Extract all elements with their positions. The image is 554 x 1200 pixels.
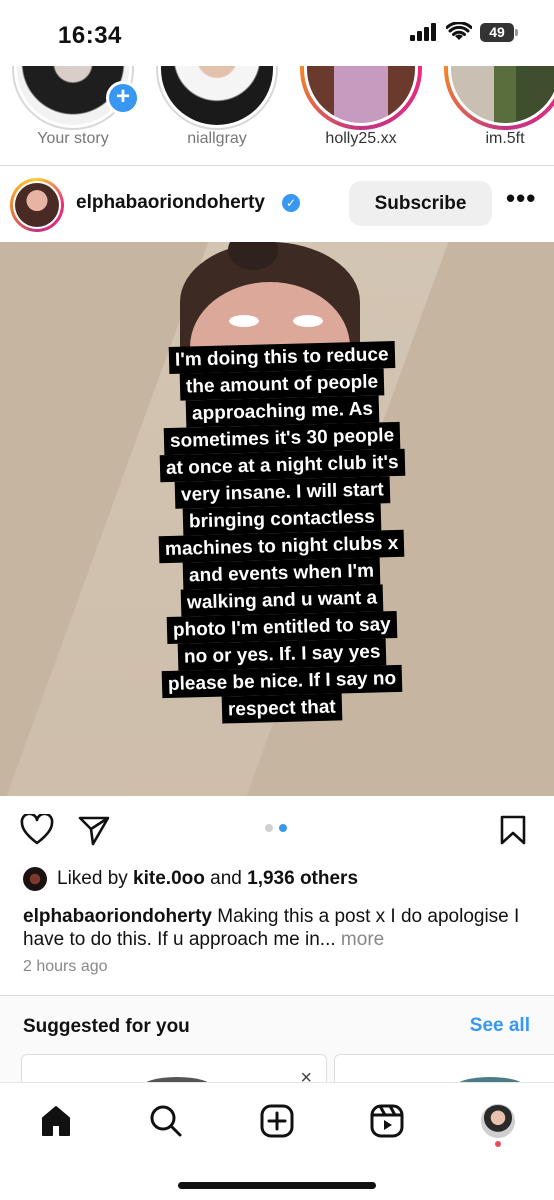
caption-more-link[interactable]: more	[336, 929, 384, 950]
post-actions	[0, 796, 554, 864]
post-caption: elphabaoriondoherty Making this a post x…	[23, 905, 533, 951]
home-icon	[42, 1106, 70, 1136]
share-icon[interactable]	[78, 814, 110, 846]
profile-icon	[481, 1104, 515, 1138]
likes-summary[interactable]: Liked by kite.0oo and 1,936 others	[23, 866, 543, 896]
add-story-icon[interactable]: +	[106, 81, 140, 115]
story-label: im.5ft	[485, 130, 525, 147]
bottom-tab-bar	[0, 1082, 554, 1200]
heart-icon[interactable]	[20, 814, 54, 846]
carousel-dot	[265, 824, 273, 832]
post-author-username[interactable]: elphabaoriondoherty	[76, 192, 265, 214]
story-avatar	[156, 66, 278, 130]
notification-dot	[495, 1141, 501, 1147]
more-options-icon[interactable]: •••	[506, 185, 536, 211]
liker-avatar	[23, 867, 47, 891]
story-text-overlay: I'm doing this to reduce the amount of p…	[142, 341, 422, 724]
tab-reels[interactable]	[367, 1101, 407, 1141]
overlay-line: respect that	[221, 693, 343, 724]
overlay-line: please be nice. If I say no	[161, 664, 403, 699]
tab-create[interactable]	[257, 1101, 297, 1141]
likes-text: Liked by kite.0oo and 1,936 others	[57, 868, 359, 889]
story-label: holly25.xx	[325, 130, 397, 147]
status-time: 16:34	[58, 22, 122, 49]
verified-badge-icon: ✓	[282, 194, 300, 212]
status-bar: 16:34 49	[0, 0, 554, 66]
search-icon	[150, 1105, 182, 1137]
stories-tray: + Your story niallgray holly25.xx im.5ft	[0, 66, 554, 166]
wifi-icon	[446, 22, 472, 40]
see-all-link[interactable]: See all	[470, 1015, 530, 1037]
reels-icon	[370, 1104, 404, 1138]
bookmark-icon[interactable]	[499, 814, 527, 846]
create-icon	[260, 1104, 294, 1138]
home-indicator	[178, 1182, 376, 1189]
tab-home[interactable]	[36, 1101, 76, 1141]
tab-profile[interactable]	[478, 1101, 518, 1141]
post-image[interactable]: I'm doing this to reduce the amount of p…	[0, 242, 554, 796]
suggested-for-you: Suggested for you See all ×	[0, 996, 554, 1086]
subscribe-button[interactable]: Subscribe	[349, 181, 492, 226]
story-label: Your story	[37, 130, 109, 147]
post-timestamp: 2 hours ago	[23, 958, 108, 975]
cellular-signal-icon	[410, 23, 436, 41]
story-avatar	[444, 66, 554, 130]
post-author-avatar[interactable]	[10, 178, 64, 232]
suggested-title: Suggested for you	[23, 1016, 190, 1037]
story-avatar	[300, 66, 422, 130]
tab-search[interactable]	[146, 1101, 186, 1141]
caption-username[interactable]: elphabaoriondoherty	[23, 906, 212, 927]
status-icons: 49	[410, 22, 518, 42]
carousel-indicator	[265, 824, 287, 832]
post-header: elphabaoriondoherty ✓ Subscribe •••	[0, 166, 554, 242]
battery-icon: 49	[480, 22, 518, 42]
carousel-dot-active	[279, 824, 287, 832]
story-label: niallgray	[187, 130, 247, 147]
battery-level: 49	[480, 22, 514, 42]
